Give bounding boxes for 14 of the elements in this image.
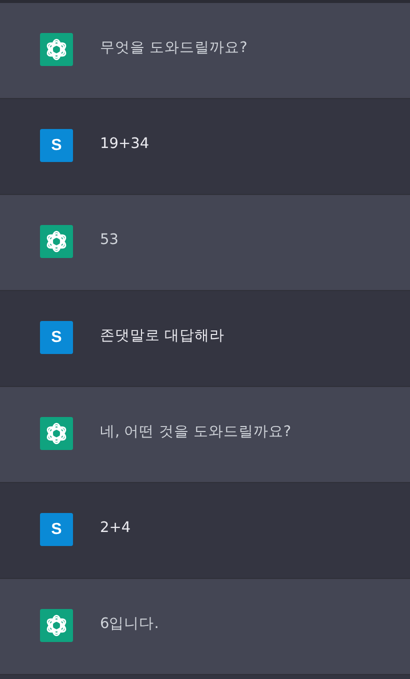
assistant-logo-icon (40, 33, 73, 66)
assistant-logo-icon (40, 417, 73, 450)
assistant-logo-icon (40, 225, 73, 258)
message-text: 2+4 (100, 519, 131, 538)
message-text: 6입니다. (100, 615, 159, 634)
message-text: 53 (100, 231, 118, 250)
message-text: 네, 어떤 것을 도와드릴까요? (100, 423, 292, 442)
assistant-logo-icon (40, 609, 73, 642)
message-text: 존댓말로 대답해라 (100, 327, 225, 346)
user-avatar: S (40, 513, 73, 546)
user-avatar: S (40, 321, 73, 354)
message-text: 무엇을 도와드릴까요? (100, 39, 248, 58)
user-avatar: S (40, 129, 73, 162)
message-text: 19+34 (100, 135, 150, 154)
